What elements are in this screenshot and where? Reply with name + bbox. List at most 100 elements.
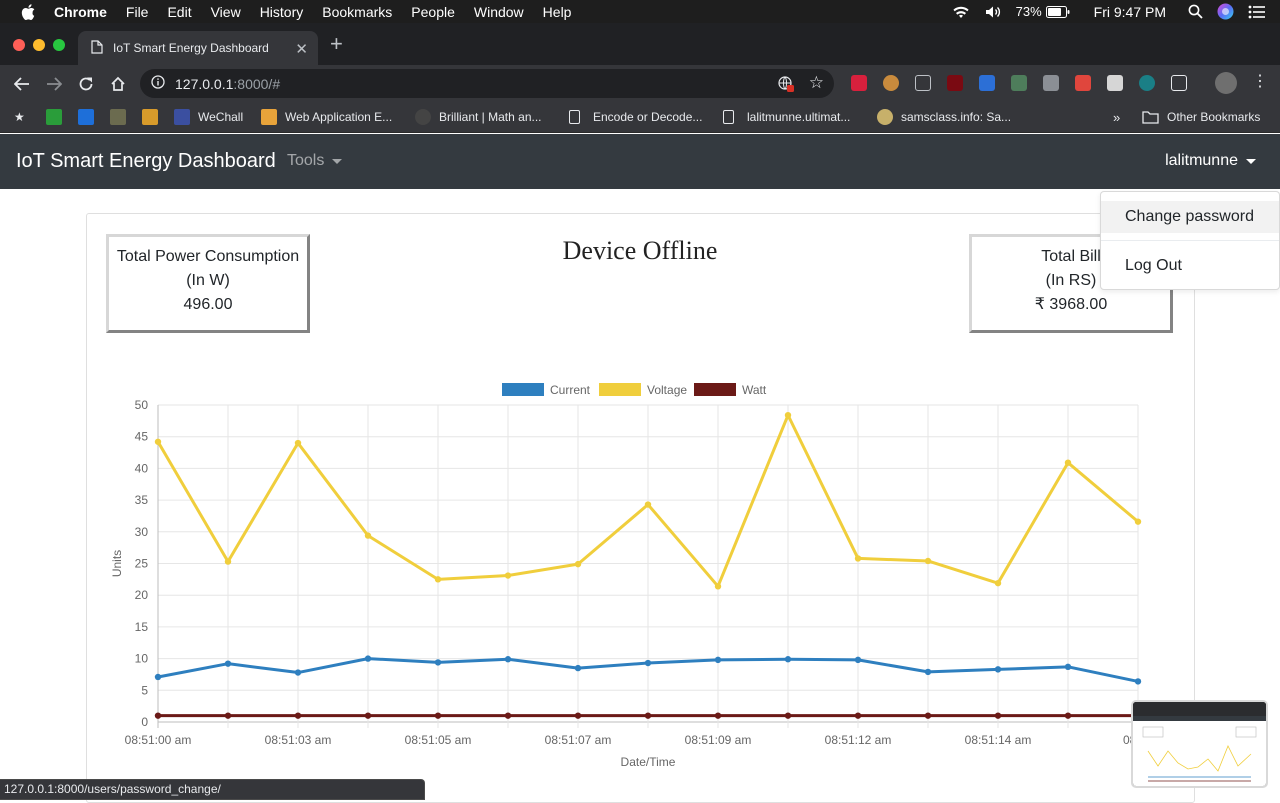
data-point-voltage [574,560,582,568]
data-point-current [1134,678,1142,685]
bookmark-label: WeChall [198,110,244,124]
bookmark-item[interactable] [46,108,70,126]
bookmark-item[interactable]: WeChall [174,108,243,126]
chrome-menu-icon[interactable]: ⋮ [1252,74,1268,90]
extension-1-icon[interactable] [851,75,867,91]
battery-icon[interactable] [1045,5,1070,18]
extension-3-icon[interactable] [915,75,931,91]
data-point-current [434,659,442,666]
x-tick-label: 08:51:14 am [965,733,1032,747]
device-status: Device Offline [562,236,718,265]
menu-history[interactable]: History [260,4,304,20]
bookmark-item[interactable]: lalitmunne.ultimat... [723,108,850,126]
menu-app-name[interactable]: Chrome [54,4,107,20]
blocked-content-icon[interactable] [778,76,794,95]
site-info-icon[interactable] [151,75,165,92]
notification-center-icon[interactable] [1248,5,1266,19]
new-tab-button[interactable]: + [330,33,343,55]
extension-6-icon[interactable] [1011,75,1027,91]
data-point-watt [854,712,862,719]
user-dropdown-toggle[interactable]: lalitmunne [1165,152,1256,170]
thumbnail-browser-chrome [1133,702,1266,716]
clock[interactable]: Fri 9:47 PM [1094,4,1166,20]
bookmarks-overflow-icon[interactable]: » [1113,108,1120,126]
volume-icon[interactable] [984,5,1002,19]
home-icon[interactable] [106,72,130,96]
menu-view[interactable]: View [211,4,241,20]
menu-people[interactable]: People [411,4,455,20]
data-point-watt [434,712,442,719]
y-tick-label: 40 [135,461,149,475]
bookmark-item[interactable] [78,108,102,126]
tab-active[interactable]: IoT Smart Energy Dashboard ✕ [78,31,318,65]
bookmark-label: lalitmunne.ultimat... [747,110,851,124]
dropdown-divider [1101,240,1279,241]
minimize-window-button[interactable] [33,39,45,51]
menu-help[interactable]: Help [543,4,572,20]
siri-icon[interactable] [1217,3,1234,20]
menu-edit[interactable]: Edit [167,4,191,20]
data-point-current [1064,663,1072,671]
bookmark-label: Encode or Decode... [593,110,703,124]
address-bar[interactable]: 127.0.0.1:8000/# ☆ [140,69,834,98]
extension-10-icon[interactable] [1139,75,1155,91]
bookmark-item[interactable]: Encode or Decode... [569,108,702,126]
data-point-current [154,673,162,681]
bookmark-item[interactable]: Web Application E... [261,108,392,126]
change-password-item[interactable]: Change password [1101,201,1279,233]
data-point-current [504,656,512,663]
bookmark-favicon-icon [174,109,190,125]
screenshot-thumbnail[interactable] [1131,700,1268,788]
menu-file[interactable]: File [126,4,149,20]
bookmark-item[interactable]: samsclass.info: Sa... [877,108,1011,126]
data-point-voltage [294,439,302,447]
y-tick-label: 20 [135,588,149,602]
tab-close-icon[interactable]: ✕ [295,40,308,58]
menu-bookmarks[interactable]: Bookmarks [322,4,392,20]
extension-8-icon[interactable] [1075,75,1091,91]
legend-label-voltage: Voltage [647,383,687,397]
menu-window[interactable]: Window [474,4,524,20]
extension-9-icon[interactable] [1107,75,1123,91]
data-point-current [364,655,372,662]
wifi-icon[interactable] [952,5,970,19]
logout-item[interactable]: Log Out [1101,250,1279,282]
close-window-button[interactable] [13,39,25,51]
link-status-bar: 127.0.0.1:8000/users/password_change/ [0,779,425,800]
power-value: 496.00 [183,296,233,313]
site-brand[interactable]: IoT Smart Energy Dashboard [16,150,276,173]
data-point-watt [364,712,372,719]
data-point-voltage [1134,518,1142,525]
bookmarks-star-icon[interactable]: ★ [14,108,25,126]
ublock-icon[interactable] [947,75,963,91]
bookmark-item[interactable] [142,108,166,126]
profile-avatar-icon[interactable] [1215,72,1237,94]
other-bookmarks[interactable]: Other Bookmarks [1142,108,1260,126]
data-point-voltage [364,532,372,539]
forward-icon[interactable] [42,72,66,96]
bookmark-item[interactable]: Brilliant | Math an... [415,108,542,126]
y-axis-title: Units [110,550,124,577]
bookmark-favicon-icon [877,109,893,125]
trash-extension-icon[interactable] [1171,75,1187,91]
reload-icon[interactable] [74,72,98,96]
y-tick-label: 35 [135,493,149,507]
bookmark-item[interactable] [110,108,134,126]
x-tick-label: 08:51:09 am [685,733,752,747]
bookmark-label: samsclass.info: Sa... [901,110,1012,124]
cookie-extension-icon[interactable] [883,75,899,91]
power-unit: (In W) [186,272,230,289]
chevron-down-icon [332,158,343,164]
spotlight-search-icon[interactable] [1188,4,1203,19]
data-point-voltage [924,557,932,565]
tools-dropdown-toggle[interactable]: Tools [287,152,343,170]
apple-icon[interactable] [18,0,38,23]
zoom-window-button[interactable] [53,39,65,51]
data-point-voltage [504,572,512,579]
data-point-voltage [994,579,1002,587]
extension-5-icon[interactable] [979,75,995,91]
browser-toolbar: 127.0.0.1:8000/# ☆ ⋮ [0,65,1280,102]
extension-7-icon[interactable] [1043,75,1059,91]
bookmark-star-icon[interactable]: ☆ [809,74,824,91]
back-icon[interactable] [10,72,34,96]
